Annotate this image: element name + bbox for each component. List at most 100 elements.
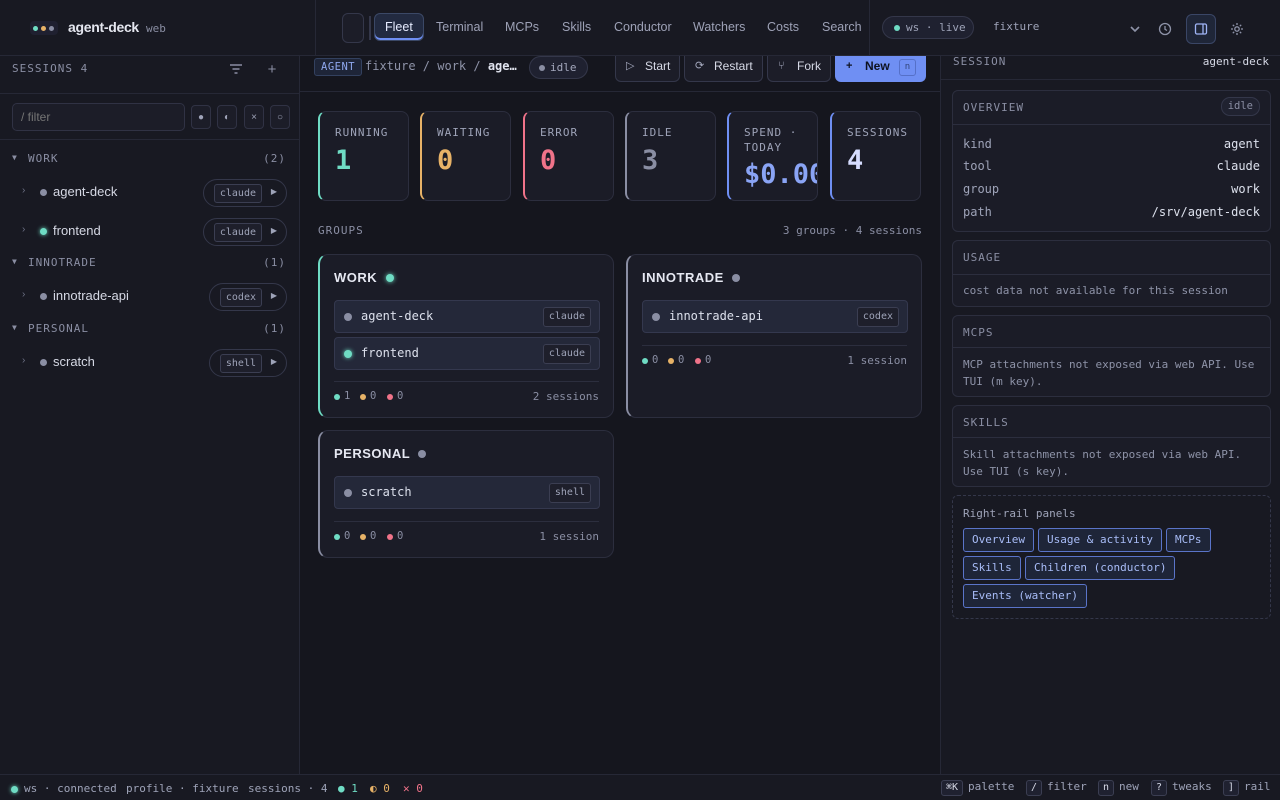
filter-error-button[interactable]: ×: [244, 105, 264, 129]
filter-waiting-button[interactable]: ◐: [217, 105, 237, 129]
stat-sessions: SESSIONS 4: [830, 111, 921, 201]
play-icon: ▶: [270, 291, 277, 300]
status-dot: [40, 293, 47, 300]
top-bar: agent-deck web Fleet Terminal MCPs Skill…: [0, 0, 1280, 56]
group-status-dot: [418, 450, 426, 458]
session-tool-launch-pill[interactable]: claude ▶: [202, 179, 287, 207]
profile-dropdown-chevron-icon[interactable]: [1120, 14, 1150, 44]
fork-button[interactable]: ⑂ Fork: [767, 56, 831, 82]
brand: agent-deck web: [0, 0, 316, 56]
tab-fleet[interactable]: Fleet: [374, 13, 424, 41]
sort-filter-icon[interactable]: [226, 60, 246, 78]
logo-icon: [30, 21, 58, 35]
group-card-work[interactable]: WORK agent-deck claude frontend claude 1…: [318, 254, 614, 418]
chip-mcps[interactable]: MCPs: [1166, 528, 1211, 552]
sidebar-session-scratch[interactable]: › scratch shell ▶: [0, 347, 300, 377]
session-tool-launch-pill[interactable]: codex ▶: [208, 283, 287, 311]
chip-overview[interactable]: Overview: [963, 528, 1034, 552]
running-count: ● 1: [338, 782, 358, 795]
nav-tabs: Fleet Terminal MCPs Skills Conductor Wat…: [316, 0, 870, 56]
restart-button[interactable]: ⟳ Restart: [684, 56, 763, 82]
sidebar-session-frontend[interactable]: › frontend claude ▶: [0, 216, 300, 246]
chip-events-watcher[interactable]: Events (watcher): [963, 584, 1087, 608]
rail-session-name: agent-deck: [1202, 55, 1269, 68]
group-status-dot: [732, 274, 740, 282]
session-expand-chevron-icon[interactable]: ›: [22, 224, 25, 235]
profile-label: fixture: [993, 20, 1040, 33]
right-rail-panels-picker: Right-rail panels Overview Usage & activ…: [952, 495, 1271, 619]
right-rail: SESSION agent-deck OVERVIEW idle kind agen…: [940, 55, 1280, 774]
group-session-agent-deck[interactable]: agent-deck claude: [334, 300, 600, 333]
group-card-innotrade[interactable]: INNOTRADE innotrade-api codex 0 0 0 1 se…: [626, 254, 922, 418]
session-tool-launch-pill[interactable]: claude ▶: [202, 218, 287, 246]
stat-idle: IDLE 3: [625, 111, 716, 201]
session-kind-badge: AGENT: [314, 58, 363, 76]
usage-panel: USAGE cost data not available for this s…: [952, 240, 1271, 307]
shortcut-palette[interactable]: ⌘K palette: [941, 780, 1014, 796]
stat-running: RUNNING 1: [318, 111, 409, 201]
groups-section-label: GROUPS: [318, 224, 364, 237]
shortcut-filter[interactable]: / filter: [1026, 780, 1087, 796]
play-icon: ▶: [270, 226, 277, 235]
groups-section-meta: 3 groups · 4 sessions: [782, 224, 922, 237]
play-outline-icon: ▷: [626, 60, 635, 72]
settings-gear-icon[interactable]: [1222, 14, 1252, 44]
shortcut-new[interactable]: n new: [1098, 780, 1139, 796]
sidebar-group-innotrade[interactable]: ▼ INNOTRADE (1): [0, 252, 300, 276]
main-content: AGENT fixture / work / age… idle ▷ Start …: [300, 56, 940, 774]
ws-status-pill: ws · live: [882, 16, 974, 39]
chip-usage-activity[interactable]: Usage & activity: [1038, 528, 1162, 552]
tab-mcps[interactable]: MCPs: [495, 13, 549, 41]
filter-running-button[interactable]: ●: [191, 105, 211, 129]
status-badge: idle: [1220, 97, 1260, 116]
group-card-footer: 1 0 0 2 sessions: [334, 381, 599, 411]
group-expand-caret-icon: ▼: [12, 153, 18, 162]
new-session-button[interactable]: + New n: [835, 56, 926, 82]
tab-watchers[interactable]: Watchers: [683, 13, 755, 41]
sidebar-group-personal[interactable]: ▼ PERSONAL (1): [0, 318, 300, 342]
status-bar: ws · connected profile · fixture session…: [0, 774, 1280, 800]
sidebar-group-work[interactable]: ▼ WORK (2): [0, 148, 300, 172]
play-icon: ▶: [270, 357, 277, 366]
filter-idle-button[interactable]: ○: [270, 105, 290, 129]
sidebar-session-innotrade-api[interactable]: › innotrade-api codex ▶: [0, 281, 300, 311]
history-clock-icon[interactable]: [1150, 14, 1180, 44]
session-tool-launch-pill[interactable]: shell ▶: [208, 349, 287, 377]
overview-panel: OVERVIEW idle kind agent tool claude group w…: [952, 90, 1271, 232]
group-card-personal[interactable]: PERSONAL scratch shell 0 0 0 1 session: [318, 430, 614, 558]
shortcut-rail[interactable]: ] rail: [1223, 780, 1271, 796]
plus-icon: +: [846, 60, 853, 72]
session-expand-chevron-icon[interactable]: ›: [22, 355, 25, 366]
group-session-innotrade-api[interactable]: innotrade-api codex: [642, 300, 908, 333]
group-session-scratch[interactable]: scratch shell: [334, 476, 600, 509]
tab-terminal[interactable]: Terminal: [426, 13, 493, 41]
tab-overflow-stub[interactable]: [342, 13, 364, 43]
status-dot: [40, 228, 47, 235]
session-expand-chevron-icon[interactable]: ›: [22, 289, 25, 300]
sidebar-session-agent-deck[interactable]: › agent-deck claude ▶: [0, 177, 300, 207]
tab-skills[interactable]: Skills: [552, 13, 601, 41]
breadcrumb: fixture / work / age…: [365, 59, 517, 73]
toggle-rail-panel-icon[interactable]: [1186, 14, 1216, 44]
shortcut-tweaks[interactable]: ? tweaks: [1151, 780, 1212, 796]
group-session-frontend[interactable]: frontend claude: [334, 337, 600, 370]
sessions-sidebar: SESSIONS 4 + ● ◐ × ○ ▼ WORK (2) › agent-…: [0, 56, 300, 774]
tab-costs[interactable]: Costs: [757, 13, 809, 41]
session-expand-chevron-icon[interactable]: ›: [22, 185, 25, 196]
add-session-plus-icon[interactable]: +: [262, 60, 282, 78]
session-filter-input[interactable]: [12, 103, 185, 131]
error-count: ✕ 0: [403, 782, 423, 795]
start-button[interactable]: ▷ Start: [615, 56, 680, 82]
stat-error: ERROR 0: [523, 111, 614, 201]
group-expand-caret-icon: ▼: [12, 257, 18, 266]
chip-skills[interactable]: Skills: [963, 556, 1021, 580]
group-card-footer: 0 0 0 1 session: [642, 345, 907, 375]
brand-name: agent-deck: [68, 19, 139, 35]
sidebar-title: SESSIONS 4: [12, 62, 89, 75]
tab-search[interactable]: Search: [812, 13, 869, 41]
group-card-footer: 0 0 0 1 session: [334, 521, 599, 551]
status-dot: [40, 189, 47, 196]
chip-children-conductor[interactable]: Children (conductor): [1025, 556, 1176, 580]
profile-status: profile · fixture: [126, 782, 239, 795]
tab-conductor[interactable]: Conductor: [604, 13, 682, 41]
